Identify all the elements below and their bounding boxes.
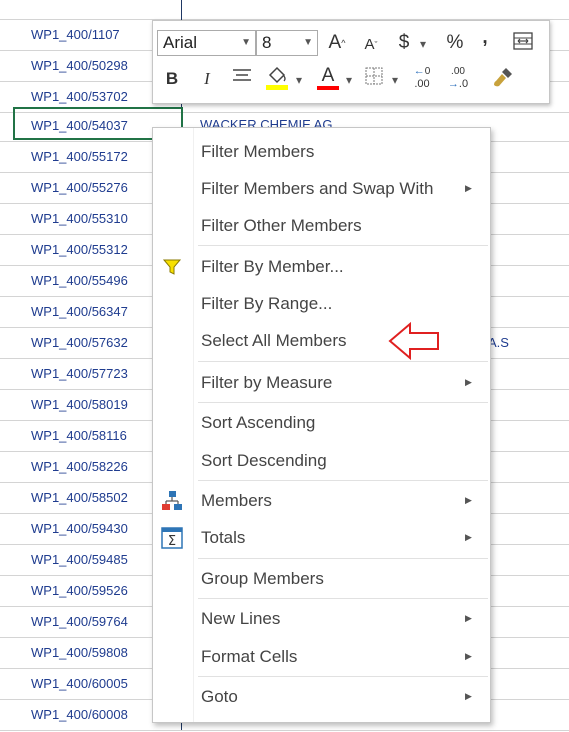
- menu-separator: [198, 598, 488, 599]
- merge-center-icon: [513, 32, 533, 50]
- fill-color-button[interactable]: [263, 63, 291, 99]
- cell-code[interactable]: [0, 0, 182, 19]
- font-color-button[interactable]: A: [315, 63, 341, 91]
- context-menu: Filter Members Filter Members and Swap W…: [152, 127, 491, 723]
- menu-separator: [198, 361, 488, 362]
- menu-separator: [198, 676, 488, 677]
- menu-item-filter-by-measure[interactable]: Filter by Measure: [201, 373, 332, 393]
- submenu-arrow-icon: ▶: [465, 691, 472, 701]
- menu-separator: [198, 402, 488, 403]
- menu-item-format-cells[interactable]: Format Cells: [201, 647, 297, 667]
- percent-icon: %: [446, 32, 464, 53]
- submenu-arrow-icon: ▶: [465, 651, 472, 661]
- center-align-icon: [233, 69, 251, 81]
- menu-item-filter-by-range[interactable]: Filter By Range...: [201, 294, 332, 314]
- shrink-font-button[interactable]: Aˇ: [359, 32, 383, 58]
- currency-button[interactable]: $: [393, 30, 415, 56]
- mini-toolbar: Arial ▼ 8 ▼ A^ Aˇ $ ▾ % , B I ▾ A ▾ ▾ ←0…: [152, 20, 550, 104]
- menu-item-members[interactable]: Members: [201, 491, 272, 511]
- annotation-arrow-icon: [388, 321, 439, 361]
- hierarchy-icon: [161, 490, 183, 512]
- menu-separator: [198, 480, 488, 481]
- funnel-icon: [161, 256, 183, 278]
- increase-decimal-button[interactable]: ←0 .00: [407, 65, 437, 91]
- table-row[interactable]: [0, 0, 569, 20]
- menu-item-new-lines[interactable]: New Lines: [201, 609, 280, 629]
- caret-down-icon: ˇ: [374, 40, 378, 50]
- font-name-value: Arial: [163, 33, 198, 52]
- submenu-arrow-icon: ▶: [465, 495, 472, 505]
- center-align-button[interactable]: [229, 66, 255, 94]
- borders-icon: [365, 67, 383, 85]
- menu-item-goto[interactable]: Goto: [201, 687, 238, 707]
- menu-separator: [198, 245, 488, 246]
- comma-button[interactable]: ,: [477, 25, 493, 51]
- svg-text:Σ: Σ: [168, 534, 176, 549]
- font-color-swatch: [317, 86, 339, 90]
- arrow-left-icon: ←: [413, 65, 425, 77]
- bold-icon: B: [165, 69, 179, 88]
- currency-dropdown[interactable]: ▾: [417, 31, 429, 57]
- borders-dropdown[interactable]: ▾: [389, 67, 401, 93]
- font-color-dropdown[interactable]: ▾: [343, 67, 355, 93]
- menu-item-totals[interactable]: Totals: [201, 528, 245, 548]
- font-name-dropdown[interactable]: Arial ▼: [157, 30, 256, 56]
- chevron-down-icon: ▼: [303, 37, 313, 48]
- shrink-font-icon: A: [364, 36, 375, 53]
- menu-item-select-all-members[interactable]: Select All Members: [201, 331, 347, 351]
- menu-item-sort-descending[interactable]: Sort Descending: [201, 451, 327, 471]
- font-color-icon: A: [321, 65, 335, 86]
- paint-bucket-icon: [266, 66, 288, 90]
- currency-icon: $: [398, 32, 410, 53]
- menu-item-filter-members-swap[interactable]: Filter Members and Swap With: [201, 179, 433, 199]
- menu-item-sort-ascending[interactable]: Sort Ascending: [201, 413, 315, 433]
- font-size-value: 8: [262, 33, 272, 52]
- menu-item-filter-other-members[interactable]: Filter Other Members: [201, 216, 362, 236]
- menu-item-filter-by-member[interactable]: Filter By Member...: [201, 257, 344, 277]
- font-size-dropdown[interactable]: 8 ▼: [256, 30, 318, 56]
- paintbrush-icon: [494, 68, 512, 87]
- arrow-right-icon: →: [447, 78, 459, 90]
- submenu-arrow-icon: ▶: [465, 613, 472, 623]
- chevron-down-icon: ▼: [241, 37, 251, 48]
- italic-button[interactable]: I: [197, 66, 217, 92]
- sigma-icon: Σ: [161, 527, 183, 549]
- grow-font-button[interactable]: A^: [325, 30, 349, 56]
- format-painter-button[interactable]: [489, 65, 517, 97]
- chevron-down-icon: ▾: [345, 73, 353, 87]
- italic-icon: I: [204, 69, 210, 88]
- submenu-arrow-icon: ▶: [465, 183, 472, 193]
- cell-name[interactable]: A.S: [488, 327, 509, 358]
- chevron-down-icon: ▾: [295, 73, 303, 87]
- menu-item-group-members[interactable]: Group Members: [201, 569, 324, 589]
- submenu-arrow-icon: ▶: [465, 377, 472, 387]
- menu-gutter: [193, 128, 194, 722]
- submenu-arrow-icon: ▶: [465, 532, 472, 542]
- comma-icon: ,: [482, 27, 488, 48]
- bold-button[interactable]: B: [161, 66, 183, 92]
- grow-font-icon: A: [328, 32, 342, 53]
- chevron-down-icon: ▾: [391, 73, 399, 87]
- chevron-down-icon: ▾: [419, 37, 427, 51]
- borders-button[interactable]: [361, 66, 387, 94]
- decrease-decimal-button[interactable]: .00 →.0: [443, 65, 473, 91]
- decrease-decimal-icon: .0: [458, 78, 469, 90]
- percent-button[interactable]: %: [443, 30, 467, 56]
- increase-decimal-icon: .00: [414, 78, 430, 90]
- caret-up-icon: ^: [341, 38, 346, 48]
- menu-item-filter-members[interactable]: Filter Members: [201, 142, 314, 162]
- fill-color-dropdown[interactable]: ▾: [293, 67, 305, 93]
- menu-separator: [198, 558, 488, 559]
- merge-center-button[interactable]: [509, 30, 537, 60]
